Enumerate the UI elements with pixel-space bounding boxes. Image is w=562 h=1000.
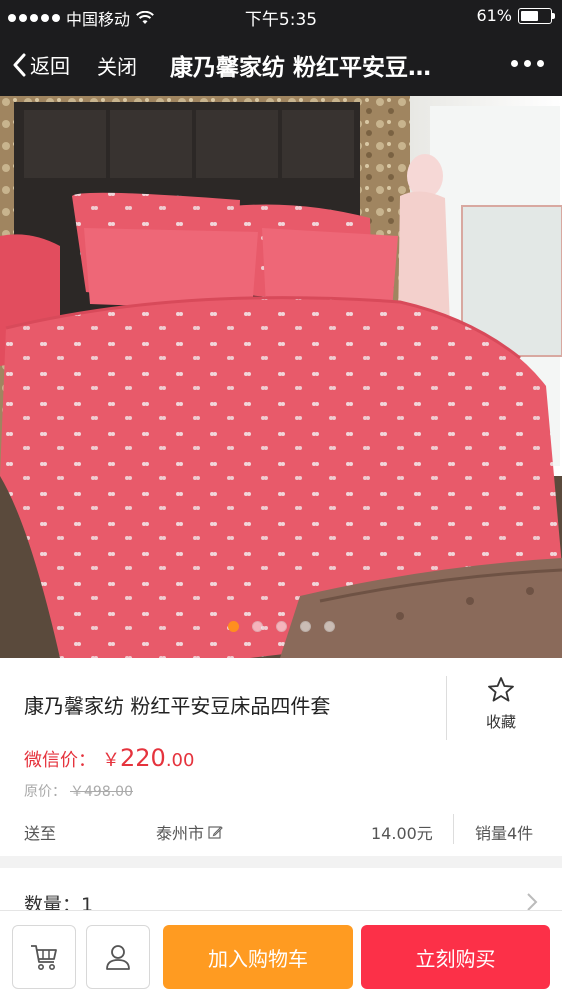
price-currency: ￥ — [102, 750, 120, 771]
pager-dot[interactable] — [323, 621, 335, 632]
original-price-row: 原价： ￥498.00 — [24, 781, 133, 801]
cart-icon — [31, 945, 57, 970]
favorite-label: 收藏 — [485, 713, 516, 731]
pager-dot[interactable] — [227, 621, 239, 632]
user-button[interactable] — [86, 925, 150, 989]
product-title: 康乃馨家纺 粉红平安豆床品四件套 — [24, 694, 331, 718]
original-price-label: 原价： — [24, 784, 66, 800]
page-title: 康乃馨家纺 粉红平安豆… — [170, 55, 432, 81]
product-info: 康乃馨家纺 粉红平安豆床品四件套 收藏 微信价： ￥ 220 .00 原价： ￥4… — [0, 658, 562, 856]
add-to-cart-button[interactable]: 加入购物车 — [163, 925, 353, 989]
pager-dot[interactable] — [251, 621, 263, 632]
close-button[interactable]: 关闭 — [97, 51, 137, 80]
product-photo — [0, 96, 562, 658]
user-icon — [106, 945, 130, 970]
carousel-pager — [0, 621, 562, 632]
back-label: 返回 — [30, 54, 70, 78]
original-price: ￥498.00 — [70, 784, 133, 800]
chevron-left-icon — [13, 53, 26, 76]
city-name: 泰州市 — [156, 824, 205, 843]
ship-to-label: 送至 — [24, 824, 57, 843]
price-decimal: .00 — [165, 750, 195, 771]
pager-dot[interactable] — [299, 621, 311, 632]
shipping-fee: 14.00元 — [371, 824, 433, 843]
product-image-carousel[interactable] — [0, 96, 562, 658]
price-row: 微信价： ￥ 220 .00 — [24, 744, 194, 772]
city-selector[interactable]: 泰州市 — [156, 820, 223, 844]
price-integer: 220 — [120, 744, 166, 772]
chevron-right-icon — [527, 893, 538, 911]
status-bar: 中国移动 下午5:35 61% — [0, 0, 562, 32]
status-right: 61% — [476, 6, 555, 25]
star-outline-icon — [488, 677, 514, 702]
bottom-action-bar: 加入购物车 立刻购买 — [0, 910, 562, 1000]
battery-fill — [521, 10, 539, 21]
buy-now-button[interactable]: 立刻购买 — [361, 925, 550, 989]
edit-icon — [208, 825, 223, 839]
price-label: 微信价： — [24, 750, 96, 771]
cart-button[interactable] — [12, 925, 76, 989]
battery-percent: 61% — [476, 6, 512, 25]
sales-count: 销量4件 — [475, 824, 534, 843]
divider — [446, 676, 447, 740]
pager-dot[interactable] — [275, 621, 287, 632]
battery-icon — [518, 7, 555, 24]
divider — [453, 814, 454, 844]
more-dots-icon[interactable] — [511, 60, 544, 67]
favorite-button[interactable]: 收藏 — [470, 676, 532, 732]
back-button[interactable]: 返回 — [12, 50, 70, 79]
nav-bar: 返回 关闭 康乃馨家纺 粉红平安豆… — [0, 32, 562, 96]
